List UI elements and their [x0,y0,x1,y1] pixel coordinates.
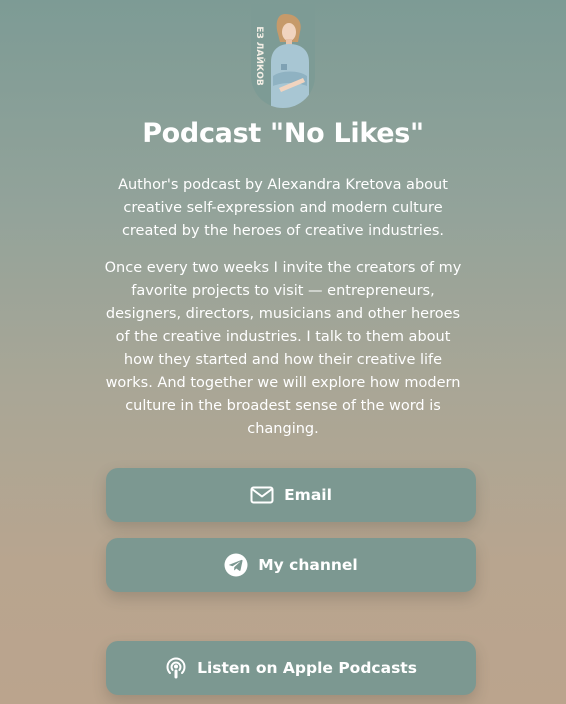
description-text: Once every two weeks I invite the creato… [104,260,462,437]
intro-text: Author's podcast by Alexandra Kretova ab… [118,177,448,239]
avatar-logo-text: ЕЗ ЛАЙКОВ [254,26,266,86]
channel-button[interactable]: My channel [106,538,476,592]
email-button-label: Email [284,486,332,504]
page-title: Podcast "No Likes" [142,118,424,149]
mail-icon [250,486,274,504]
apple-podcasts-button-label: Listen on Apple Podcasts [197,659,417,677]
avatar: ЕЗ ЛАЙКОВ [251,4,315,108]
channel-button-label: My channel [258,556,358,574]
telegram-icon [224,553,248,577]
email-button[interactable]: Email [106,468,476,522]
apple-podcasts-button[interactable]: Listen on Apple Podcasts [106,641,476,695]
podcast-icon [165,656,187,680]
